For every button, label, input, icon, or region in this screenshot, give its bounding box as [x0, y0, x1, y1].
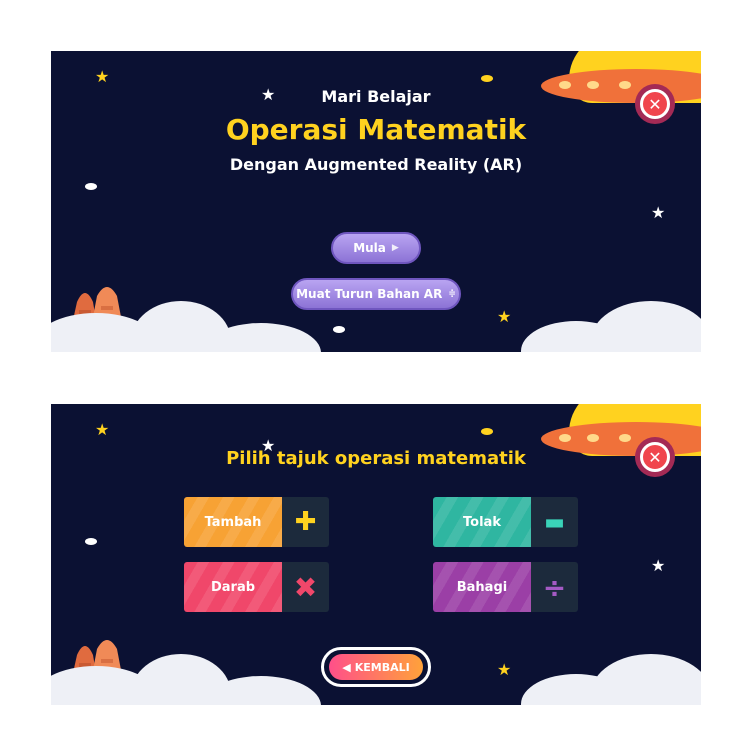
start-button-label: Mula: [353, 241, 386, 255]
topic-label: Tambah: [184, 497, 282, 547]
app-title: Operasi Matematik: [225, 113, 527, 146]
star-decoration: ★: [651, 556, 666, 575]
download-button-label: Muat Turun Bahan AR: [296, 287, 443, 301]
home-screen: ★ ★ ★ ★ ✕ Mari Belajar Operasi Matematik…: [51, 51, 701, 352]
download-icon: ≑: [448, 289, 456, 299]
planet-dot-decoration: [481, 428, 493, 435]
back-button[interactable]: ◀ KEMBALI: [321, 647, 431, 687]
cloud-decoration: [591, 301, 701, 352]
topic-heading: Pilih tajuk operasi matematik: [226, 448, 526, 469]
topic-label: Bahagi: [433, 562, 531, 612]
tagline: Dengan Augmented Reality (AR): [229, 155, 523, 174]
star-decoration: ★: [651, 203, 666, 222]
topic-button-tambah[interactable]: Tambah ✚: [184, 497, 329, 547]
planet-dot-decoration: [481, 75, 493, 82]
start-button[interactable]: Mula ▶: [331, 232, 421, 264]
multiply-icon: ✖: [282, 562, 329, 612]
subtitle: Mari Belajar: [321, 87, 431, 106]
cloud-decoration: [591, 654, 701, 705]
topic-label: Darab: [184, 562, 282, 612]
plus-icon: ✚: [282, 497, 329, 547]
play-icon: ▶: [391, 243, 399, 253]
planet-dot-decoration: [85, 183, 97, 190]
star-decoration: ★: [95, 67, 110, 86]
topic-label: Tolak: [433, 497, 531, 547]
topic-button-darab[interactable]: Darab ✖: [184, 562, 329, 612]
back-button-label: KEMBALI: [354, 660, 410, 674]
divide-icon: ÷: [531, 562, 578, 612]
planet-dot-decoration: [85, 538, 97, 545]
star-decoration: ★: [95, 420, 110, 439]
star-decoration: ★: [497, 307, 512, 326]
topic-select-screen: ★ ★ ★ ★ ✕ Pilih tajuk operasi matematik …: [51, 404, 701, 705]
planet-dot-decoration: [333, 326, 345, 333]
minus-icon: ▬: [531, 497, 578, 547]
star-decoration: ★: [497, 660, 512, 679]
back-arrow-icon: ◀: [342, 660, 351, 674]
download-ar-button[interactable]: Muat Turun Bahan AR ≑: [291, 278, 461, 310]
topic-button-bahagi[interactable]: Bahagi ÷: [433, 562, 578, 612]
topic-button-tolak[interactable]: Tolak ▬: [433, 497, 578, 547]
ufo-illustration: [541, 51, 701, 119]
